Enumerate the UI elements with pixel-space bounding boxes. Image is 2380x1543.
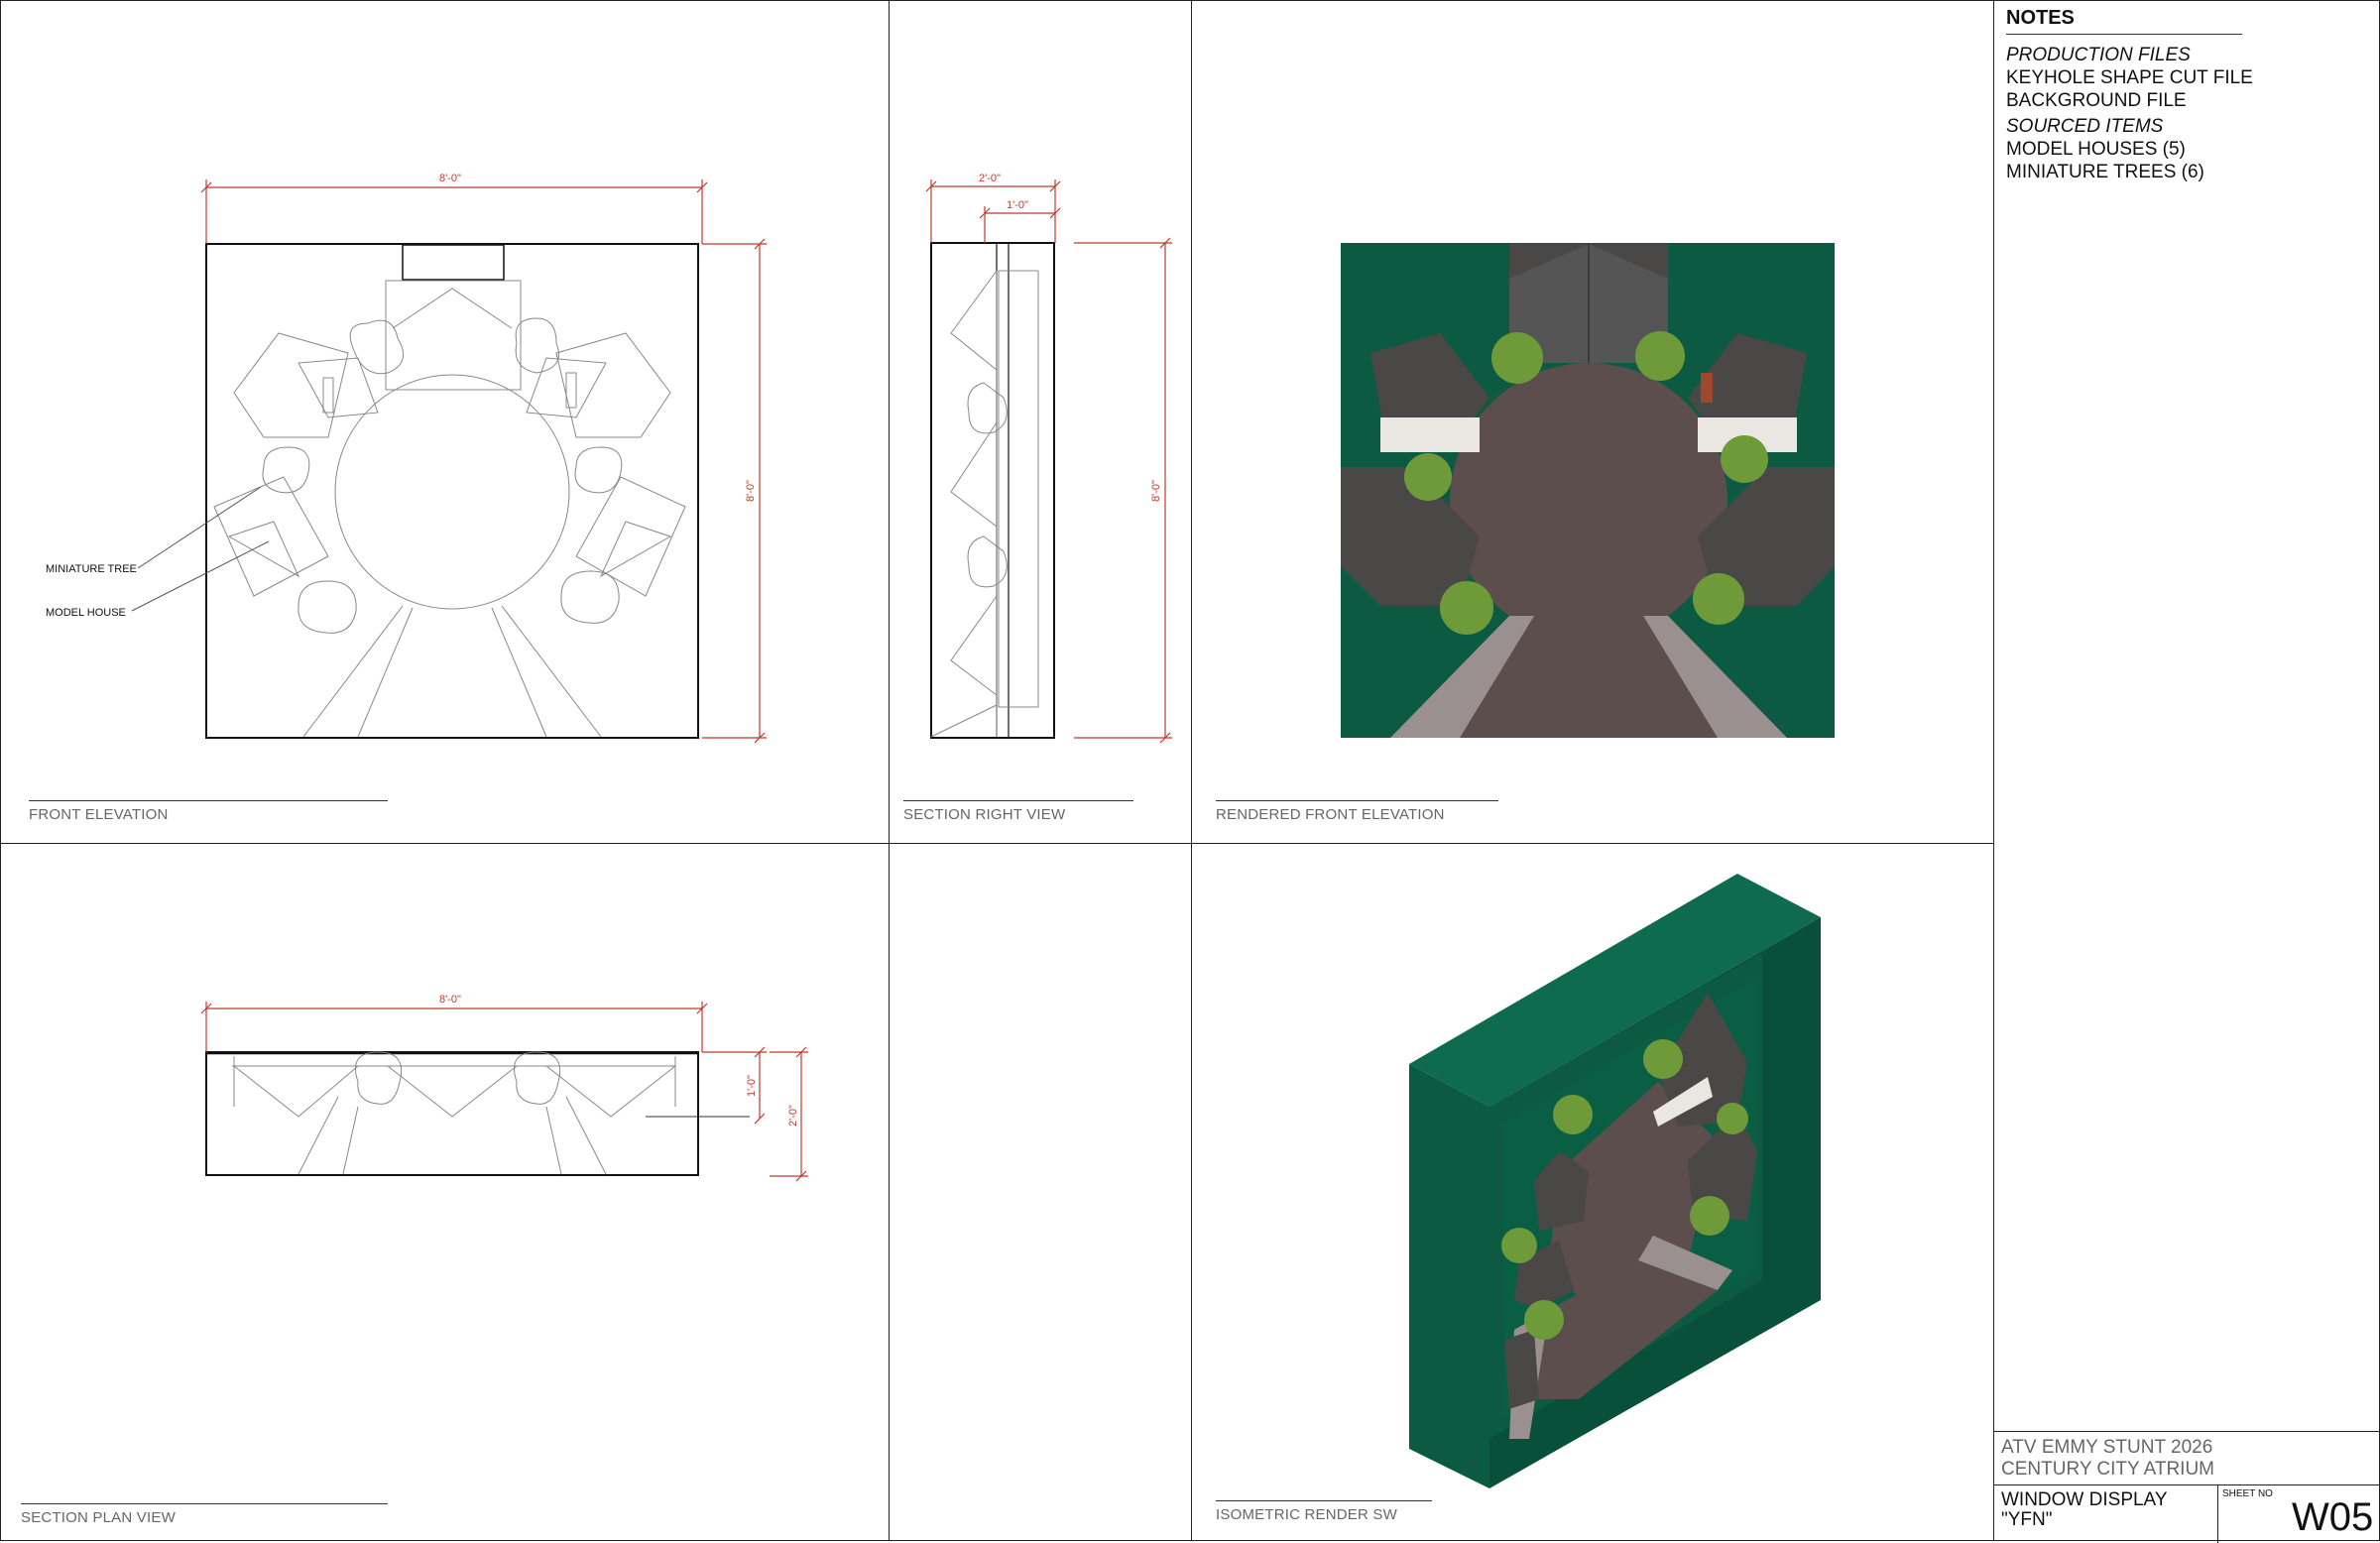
caption-rule xyxy=(903,800,1133,801)
sheet-number: W05 xyxy=(2292,1495,2374,1539)
section-right-drawing: 2'-0" 1'-0" 8'-0" xyxy=(925,173,1172,744)
isometric-panel: ISOMETRIC RENDER SW xyxy=(1191,843,1994,1541)
section-height-dimension: 8'-0" xyxy=(1150,480,1162,502)
project-name: ATV EMMY STUNT 2026 xyxy=(2001,1437,2213,1458)
title-block-drawing: WINDOW DISPLAY "YFN" SHEET NO W05 xyxy=(1994,1484,2380,1543)
notes-item: MODEL HOUSES (5) xyxy=(2006,139,2186,160)
isometric-caption: ISOMETRIC RENDER SW xyxy=(1216,1506,1397,1523)
section-right-caption: SECTION RIGHT VIEW xyxy=(903,806,1066,823)
notes-item: MINIATURE TREES (6) xyxy=(2006,162,2204,182)
drawing-subtitle: "YFN" xyxy=(2001,1509,2053,1530)
rendered-front-image xyxy=(1341,243,1835,738)
rendered-front-caption: RENDERED FRONT ELEVATION xyxy=(1216,806,1445,823)
notes-heading-sourced: SOURCED ITEMS xyxy=(2006,116,2164,137)
plan-width-dimension: 8'-0" xyxy=(439,994,461,1006)
front-width-dimension: 8'-0" xyxy=(439,173,461,184)
isometric-render-image xyxy=(1409,874,1821,1488)
sheet-divider xyxy=(2217,1485,2218,1543)
drawing-title: WINDOW DISPLAY xyxy=(2001,1489,2168,1510)
notes-list: PRODUCTION FILES KEYHOLE SHAPE CUT FILE … xyxy=(2006,41,2253,183)
caption-rule xyxy=(1216,800,1498,801)
notes-heading-production: PRODUCTION FILES xyxy=(2006,45,2191,65)
notes-item: KEYHOLE SHAPE CUT FILE xyxy=(2006,67,2253,88)
section-plan-panel: 8'-0" 1'-0" 2'-0" SECTION PLAN VIEW xyxy=(0,843,890,1541)
caption-rule xyxy=(21,1503,388,1504)
notes-rule xyxy=(2006,34,2242,35)
notes-column: NOTES PRODUCTION FILES KEYHOLE SHAPE CUT… xyxy=(1993,0,2380,1543)
notes-title: NOTES xyxy=(2006,7,2075,29)
caption-rule xyxy=(29,800,388,801)
miniature-tree-callout: MINIATURE TREE xyxy=(46,563,137,575)
front-elevation-panel: 8'-0" 8'-0" MINIATURE TREE MODEL HOUSE F… xyxy=(0,0,890,844)
section-plan-drawing: 8'-0" 1'-0" 2'-0" xyxy=(200,994,808,1182)
plan-inner-dimension: 1'-0" xyxy=(746,1075,758,1097)
section-plan-caption: SECTION PLAN VIEW xyxy=(21,1509,176,1526)
model-house-callout: MODEL HOUSE xyxy=(46,607,126,619)
notes-item: BACKGROUND FILE xyxy=(2006,90,2187,111)
section-inner-dimension: 1'-0" xyxy=(1007,199,1028,211)
title-block-project: ATV EMMY STUNT 2026 CENTURY CITY ATRIUM xyxy=(1994,1431,2380,1484)
section-right-panel: 2'-0" 1'-0" 8'-0" SECTION RIGHT VIEW xyxy=(889,0,1192,844)
front-elevation-caption: FRONT ELEVATION xyxy=(29,806,169,823)
blank-panel xyxy=(889,843,1192,1541)
project-location: CENTURY CITY ATRIUM xyxy=(2001,1459,2215,1480)
front-height-dimension: 8'-0" xyxy=(745,480,757,502)
plan-depth-dimension: 2'-0" xyxy=(787,1105,799,1127)
rendered-front-panel: RENDERED FRONT ELEVATION xyxy=(1191,0,1994,844)
section-depth-dimension: 2'-0" xyxy=(979,173,1001,184)
front-elevation-drawing: 8'-0" 8'-0" MINIATURE TREE MODEL HOUSE xyxy=(46,173,767,744)
caption-rule xyxy=(1216,1500,1432,1501)
sheet-no-label: SHEET NO xyxy=(2222,1488,2273,1499)
